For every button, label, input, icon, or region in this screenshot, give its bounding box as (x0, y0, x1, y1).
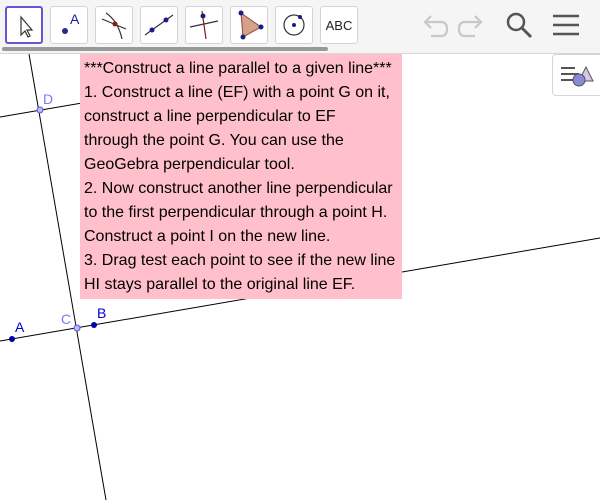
point-a-label: A (15, 319, 25, 335)
instruction-line: ***Construct a line parallel to a given … (84, 60, 392, 77)
menu-icon[interactable] (549, 8, 583, 42)
instruction-line: 3. Drag test each point to see if the ne… (84, 252, 396, 269)
line-tool-button[interactable] (140, 6, 178, 44)
perpendicular-tool-button[interactable] (185, 6, 223, 44)
perpendicular-line-icon (189, 10, 219, 40)
search-icon[interactable] (502, 8, 536, 42)
intersect-icon (101, 12, 127, 40)
circle-tool-button[interactable] (275, 6, 313, 44)
redo-icon[interactable] (455, 8, 489, 42)
point-c[interactable] (73, 324, 81, 332)
instruction-line: Construct a point I on the new line. (84, 228, 331, 245)
toolbar: A ABC (0, 0, 600, 54)
undo-icon[interactable] (417, 8, 451, 42)
move-tool-button[interactable] (5, 6, 43, 44)
instruction-line: through the point G. You can use the (84, 132, 344, 149)
point-b[interactable] (91, 322, 97, 328)
point-d[interactable] (36, 106, 44, 114)
point-d-label: D (43, 91, 53, 107)
instructions-text-box[interactable]: ***Construct a line parallel to a given … (80, 54, 402, 299)
line-icon (144, 14, 174, 36)
text-tool-icon: ABC (325, 17, 353, 33)
polygon-tool-button[interactable] (230, 6, 268, 44)
point-b-label: B (97, 305, 106, 321)
circle-center-icon (283, 14, 305, 36)
instruction-line: 2. Now construct another line perpendicu… (84, 180, 393, 197)
instruction-line: construct a line perpendicular to EF (84, 108, 336, 125)
svg-text:A: A (70, 11, 80, 27)
algebra-view-toggle-button[interactable] (552, 54, 600, 96)
point-a[interactable] (9, 336, 15, 342)
move-arrow-icon (20, 15, 34, 38)
toolbar-scrollbar[interactable] (2, 47, 328, 51)
point-c-label: C (61, 311, 71, 327)
point-tool-button[interactable]: A (50, 6, 88, 44)
instruction-line: HI stays parallel to the original line E… (84, 276, 356, 293)
point-icon: A (62, 11, 80, 34)
algebra-view-icon (561, 65, 594, 87)
instruction-line: 1. Construct a line (EF) with a point G … (84, 84, 390, 101)
polygon-icon (238, 10, 264, 40)
instruction-line: to the first perpendicular through a poi… (84, 204, 388, 221)
instruction-line: GeoGebra perpendicular tool. (84, 156, 295, 173)
text-tool-button[interactable]: ABC (320, 6, 358, 44)
intersect-tool-button[interactable] (95, 6, 133, 44)
